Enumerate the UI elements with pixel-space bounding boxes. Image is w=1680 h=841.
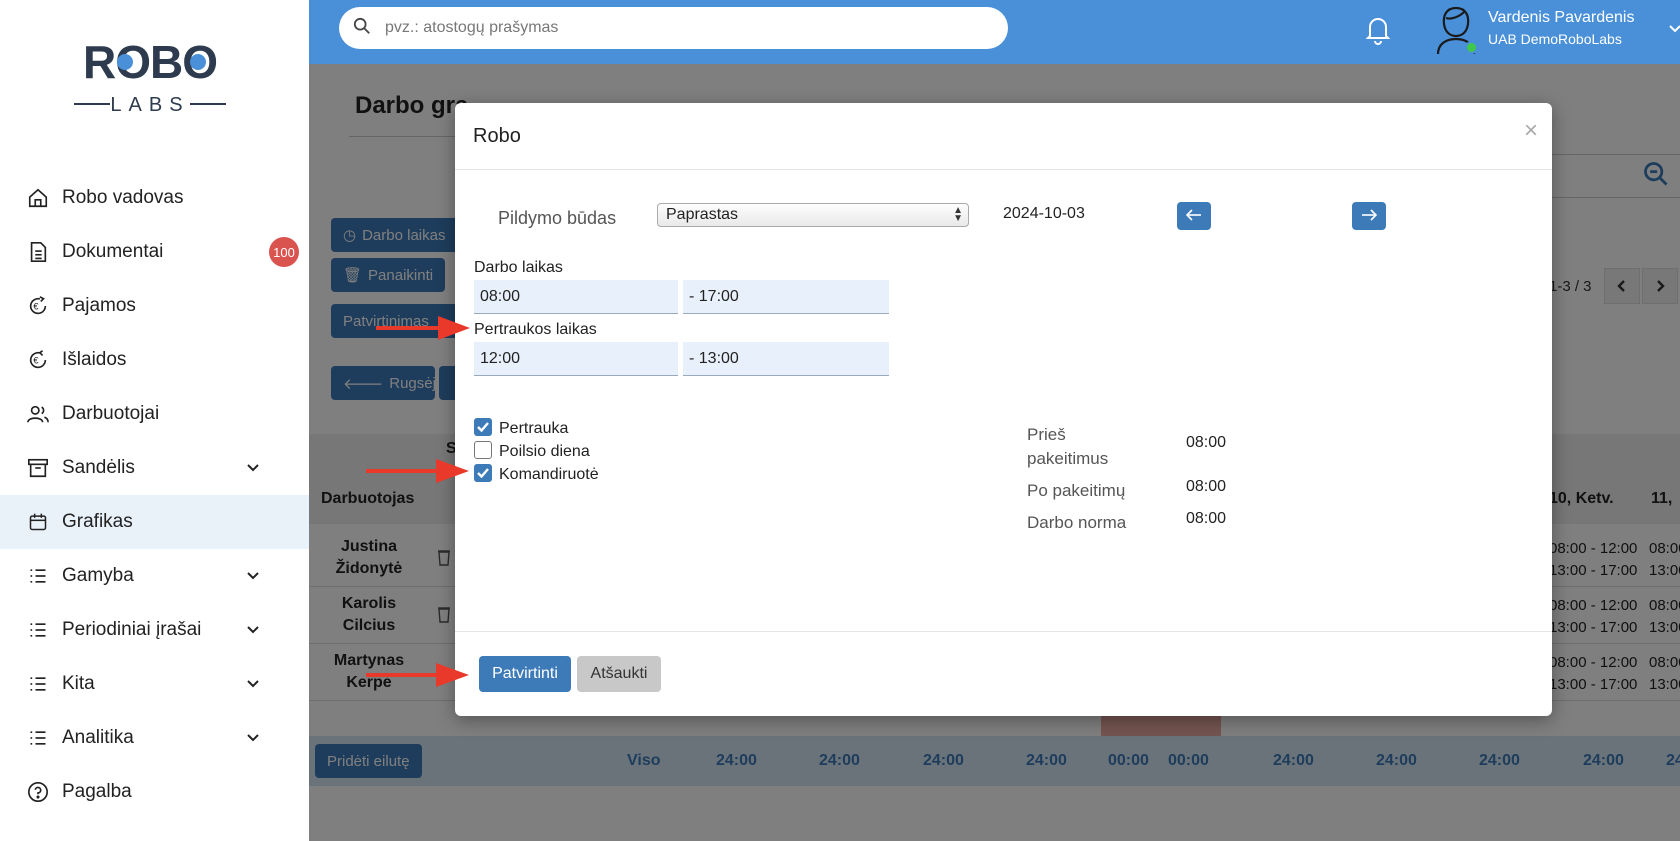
sidebar-item-label: Sandėlis	[62, 457, 135, 478]
sidebar-item-grafikas[interactable]: Grafikas	[0, 495, 309, 549]
next-day-button[interactable]	[1352, 202, 1386, 230]
select-arrows-icon: ▲ ▼	[953, 205, 963, 224]
sidebar-item-analitika[interactable]: Analitika	[0, 711, 309, 765]
sidebar-item-label: Periodiniai įrašai	[62, 619, 202, 640]
sidebar-item-kita[interactable]: Kita	[0, 657, 309, 711]
chevron-down-icon	[245, 621, 263, 639]
topbar: Vardenis Pavardenis UAB DemoRoboLabs	[309, 0, 1680, 64]
user-company[interactable]: UAB DemoRoboLabs	[1488, 31, 1622, 47]
users-icon	[26, 402, 50, 426]
sidebar: ROBO LABS Robo vadovas Dokumentai 100 € …	[0, 0, 309, 841]
annotation-arrow-icon	[376, 316, 470, 340]
sidebar-item-islaidos[interactable]: € Išlaidos	[0, 333, 309, 387]
search-icon	[353, 17, 371, 40]
svg-text:LABS: LABS	[110, 94, 189, 116]
sidebar-item-periodiniai-irasai[interactable]: Periodiniai įrašai	[0, 603, 309, 657]
business-trip-checkbox[interactable]	[474, 464, 492, 482]
arrow-right-icon	[1361, 208, 1378, 224]
sidebar-item-label: Grafikas	[62, 511, 133, 532]
robolabs-logo[interactable]: ROBO LABS	[70, 36, 230, 122]
income-icon: €	[26, 294, 50, 318]
work-time-label: Darbo laikas	[474, 259, 563, 276]
list-icon	[26, 564, 50, 588]
sidebar-item-label: Analitika	[62, 727, 134, 748]
sidebar-item-label: Pagalba	[62, 781, 132, 802]
divider	[455, 169, 1552, 170]
sidebar-item-label: Gamyba	[62, 565, 134, 586]
cancel-button[interactable]: Atšaukti	[577, 656, 661, 692]
sidebar-item-gamyba[interactable]: Gamyba	[0, 549, 309, 603]
sidebar-item-label: Kita	[62, 673, 95, 694]
sidebar-item-sandelis[interactable]: Sandėlis	[0, 441, 309, 495]
help-icon	[26, 780, 50, 804]
confirm-button[interactable]: Patvirtinti	[479, 656, 571, 692]
select-value: Paprastas	[666, 206, 739, 223]
stat-value: 08:00	[1186, 510, 1227, 527]
sidebar-item-label: Dokumentai	[62, 241, 164, 262]
online-status-dot	[1465, 41, 1478, 54]
fill-mode-label: Pildymo būdas	[498, 208, 617, 228]
selected-date: 2024-10-03	[1003, 205, 1085, 222]
checkbox-label[interactable]: Pertrauka	[499, 420, 568, 438]
sidebar-item-robo-vadovas[interactable]: Robo vadovas	[0, 171, 309, 225]
stat-value: 08:00	[1186, 478, 1227, 495]
checkbox-label[interactable]: Komandiruotė	[499, 466, 599, 484]
sidebar-item-label: Darbuotojai	[62, 403, 160, 424]
sidebar-item-dokumentai[interactable]: Dokumentai 100	[0, 225, 309, 279]
home-icon	[26, 186, 50, 210]
sidebar-item-darbuotojai[interactable]: Darbuotojai	[0, 387, 309, 441]
arrow-left-icon	[1185, 208, 1202, 224]
chevron-down-icon	[245, 459, 263, 477]
stat-label: Prieš pakeitimus	[1027, 425, 1109, 468]
work-end-input[interactable]	[683, 280, 889, 314]
modal-title: Robo	[473, 125, 521, 147]
stat-label: Darbo norma	[1027, 513, 1127, 532]
sidebar-nav: Robo vadovas Dokumentai 100 € Pajamos € …	[0, 171, 309, 819]
checkbox-label[interactable]: Poilsio diena	[499, 443, 590, 461]
rest-day-checkbox[interactable]	[474, 441, 492, 459]
chevron-down-icon[interactable]	[1667, 20, 1680, 36]
chevron-down-icon	[245, 729, 263, 747]
svg-text:€: €	[33, 356, 38, 366]
document-icon	[26, 240, 50, 264]
list-icon	[26, 672, 50, 696]
chevron-down-icon	[245, 675, 263, 693]
expenses-icon: €	[26, 348, 50, 372]
global-search[interactable]	[339, 7, 1008, 49]
sidebar-item-pajamos[interactable]: € Pajamos	[0, 279, 309, 333]
sidebar-item-label: Pajamos	[62, 295, 136, 316]
break-checkbox[interactable]	[474, 418, 492, 436]
archive-icon	[26, 456, 50, 480]
chevron-down-icon	[245, 567, 263, 585]
calendar-icon	[26, 510, 50, 534]
sidebar-item-pagalba[interactable]: Pagalba	[0, 765, 309, 819]
annotation-arrow-icon	[366, 459, 469, 483]
break-end-input[interactable]	[683, 342, 889, 376]
close-icon[interactable]: ×	[1524, 117, 1538, 145]
sidebar-item-label: Robo vadovas	[62, 187, 184, 208]
fill-mode-select[interactable]: Paprastas ▲ ▼	[657, 203, 969, 227]
prev-day-button[interactable]	[1177, 202, 1211, 230]
sidebar-item-label: Išlaidos	[62, 349, 127, 370]
user-avatar[interactable]	[1432, 4, 1480, 56]
list-icon	[26, 726, 50, 750]
user-name[interactable]: Vardenis Pavardenis	[1488, 9, 1634, 27]
search-input[interactable]	[385, 19, 945, 37]
break-start-input[interactable]	[474, 342, 678, 376]
stat-value: 08:00	[1186, 434, 1227, 451]
annotation-arrow-icon	[366, 663, 469, 687]
list-icon	[26, 618, 50, 642]
svg-text:€: €	[33, 302, 38, 312]
edit-schedule-modal: Robo × Pildymo būdas Paprastas ▲ ▼ 2024-1…	[455, 103, 1552, 716]
bell-icon[interactable]	[1361, 12, 1395, 46]
break-time-label: Pertraukos laikas	[474, 321, 597, 338]
divider	[455, 631, 1552, 632]
stat-label: Po pakeitimų	[1027, 481, 1126, 500]
work-start-input[interactable]	[474, 280, 678, 314]
notification-badge: 100	[269, 237, 299, 267]
